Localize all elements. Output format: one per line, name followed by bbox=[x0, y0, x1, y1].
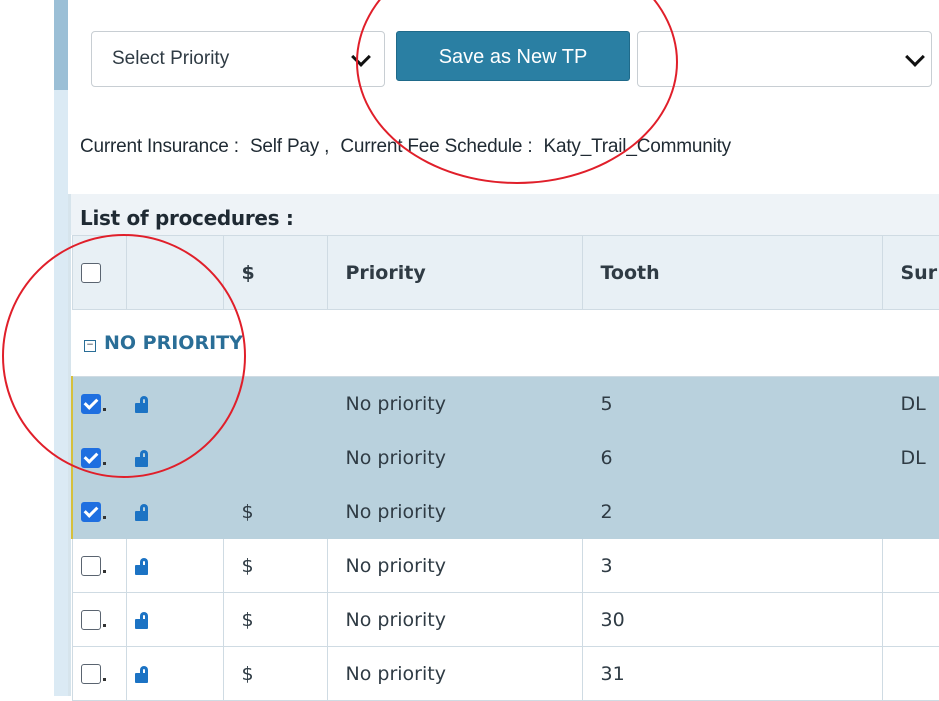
insurance-label: Current Insurance : bbox=[80, 136, 239, 157]
header-priority[interactable]: Priority bbox=[326, 235, 583, 310]
row-surface bbox=[881, 484, 939, 539]
row-lock-cell[interactable] bbox=[125, 430, 224, 485]
select-all-checkbox[interactable] bbox=[80, 263, 101, 283]
row-fee bbox=[222, 430, 328, 485]
table-row[interactable]: No priority 6 DL bbox=[71, 430, 939, 485]
row-tooth: 3 bbox=[581, 538, 883, 593]
row-select-cell[interactable] bbox=[71, 376, 127, 431]
row-fee: $ bbox=[222, 538, 328, 593]
unlock-icon[interactable] bbox=[134, 450, 151, 467]
unlock-icon[interactable] bbox=[134, 558, 151, 575]
priority-select-value: Select Priority bbox=[112, 48, 230, 69]
scrollbar-track[interactable] bbox=[54, 0, 68, 696]
header-fee[interactable]: $ bbox=[222, 235, 328, 310]
row-priority: No priority bbox=[326, 430, 583, 485]
row-priority: No priority bbox=[326, 538, 583, 593]
row-checkbox[interactable] bbox=[80, 664, 101, 684]
row-lock-cell[interactable] bbox=[125, 484, 224, 539]
row-select-cell[interactable] bbox=[71, 430, 127, 485]
treatment-plan-select[interactable] bbox=[637, 31, 932, 87]
fee-schedule-value: Katy_Trail_Community bbox=[543, 136, 732, 157]
row-priority: No priority bbox=[326, 592, 583, 647]
row-surface: DL bbox=[881, 376, 939, 431]
chevron-down-icon bbox=[351, 47, 371, 67]
row-checkbox[interactable] bbox=[81, 394, 101, 414]
header-surface[interactable]: Sur bbox=[881, 235, 939, 310]
row-checkbox[interactable] bbox=[80, 556, 101, 576]
row-tooth: 6 bbox=[581, 430, 883, 485]
row-tooth: 31 bbox=[581, 646, 883, 701]
row-dot bbox=[103, 515, 106, 519]
row-fee: $ bbox=[222, 646, 328, 701]
table-row[interactable]: No priority 5 DL bbox=[71, 376, 939, 431]
row-priority: No priority bbox=[326, 376, 583, 431]
unlock-icon[interactable] bbox=[134, 612, 151, 629]
group-label: NO PRIORITY bbox=[104, 332, 243, 354]
row-dot bbox=[103, 407, 106, 411]
row-tooth: 2 bbox=[581, 484, 883, 539]
row-tooth: 30 bbox=[581, 592, 883, 647]
row-dot bbox=[103, 461, 106, 465]
row-select-cell[interactable] bbox=[71, 538, 127, 593]
row-fee bbox=[222, 376, 328, 431]
row-priority: No priority bbox=[326, 484, 583, 539]
chevron-down-icon bbox=[905, 47, 925, 67]
row-lock-cell[interactable] bbox=[125, 646, 224, 701]
row-dot bbox=[102, 677, 106, 681]
procedures-table: $ Priority Tooth Sur − NO PRIORITY No pri… bbox=[71, 235, 939, 701]
unlock-icon[interactable] bbox=[134, 666, 151, 683]
collapse-icon[interactable]: − bbox=[84, 340, 96, 352]
header-select-all[interactable] bbox=[71, 235, 127, 310]
row-lock-cell[interactable] bbox=[125, 538, 224, 593]
table-row[interactable]: $ No priority 3 bbox=[71, 538, 939, 593]
save-as-new-tp-button[interactable]: Save as New TP bbox=[396, 31, 630, 81]
row-fee: $ bbox=[222, 592, 328, 647]
row-fee: $ bbox=[222, 484, 328, 539]
row-tooth: 5 bbox=[581, 376, 883, 431]
row-select-cell[interactable] bbox=[71, 484, 127, 539]
row-surface bbox=[881, 592, 939, 647]
row-checkbox[interactable] bbox=[81, 448, 101, 468]
row-select-cell[interactable] bbox=[71, 592, 127, 647]
insurance-value: Self Pay , bbox=[249, 136, 330, 157]
unlock-icon[interactable] bbox=[134, 396, 151, 413]
priority-select[interactable]: Select Priority bbox=[91, 31, 385, 87]
table-row[interactable]: $ No priority 2 bbox=[71, 484, 939, 539]
scrollbar-thumb[interactable] bbox=[54, 0, 68, 90]
row-dot bbox=[102, 569, 106, 573]
row-surface bbox=[881, 646, 939, 701]
row-select-cell[interactable] bbox=[71, 646, 127, 701]
fee-schedule-label: Current Fee Schedule : bbox=[340, 136, 533, 157]
insurance-info: Current Insurance : Self Pay , Current F… bbox=[80, 136, 737, 158]
row-surface: DL bbox=[881, 430, 939, 485]
unlock-icon[interactable] bbox=[134, 504, 151, 521]
table-row[interactable]: $ No priority 31 bbox=[71, 646, 939, 701]
procedures-title: List of procedures : bbox=[80, 206, 294, 230]
group-row[interactable]: − NO PRIORITY bbox=[72, 309, 939, 377]
header-lock bbox=[125, 235, 224, 310]
header-tooth[interactable]: Tooth bbox=[581, 235, 883, 310]
row-lock-cell[interactable] bbox=[125, 376, 224, 431]
row-checkbox[interactable] bbox=[81, 502, 101, 522]
row-surface bbox=[881, 538, 939, 593]
row-lock-cell[interactable] bbox=[125, 592, 224, 647]
left-rail bbox=[0, 0, 54, 696]
row-dot bbox=[102, 623, 106, 627]
table-row[interactable]: $ No priority 30 bbox=[71, 592, 939, 647]
row-priority: No priority bbox=[326, 646, 583, 701]
table-header-row: $ Priority Tooth Sur bbox=[71, 235, 939, 310]
row-checkbox[interactable] bbox=[80, 610, 101, 630]
